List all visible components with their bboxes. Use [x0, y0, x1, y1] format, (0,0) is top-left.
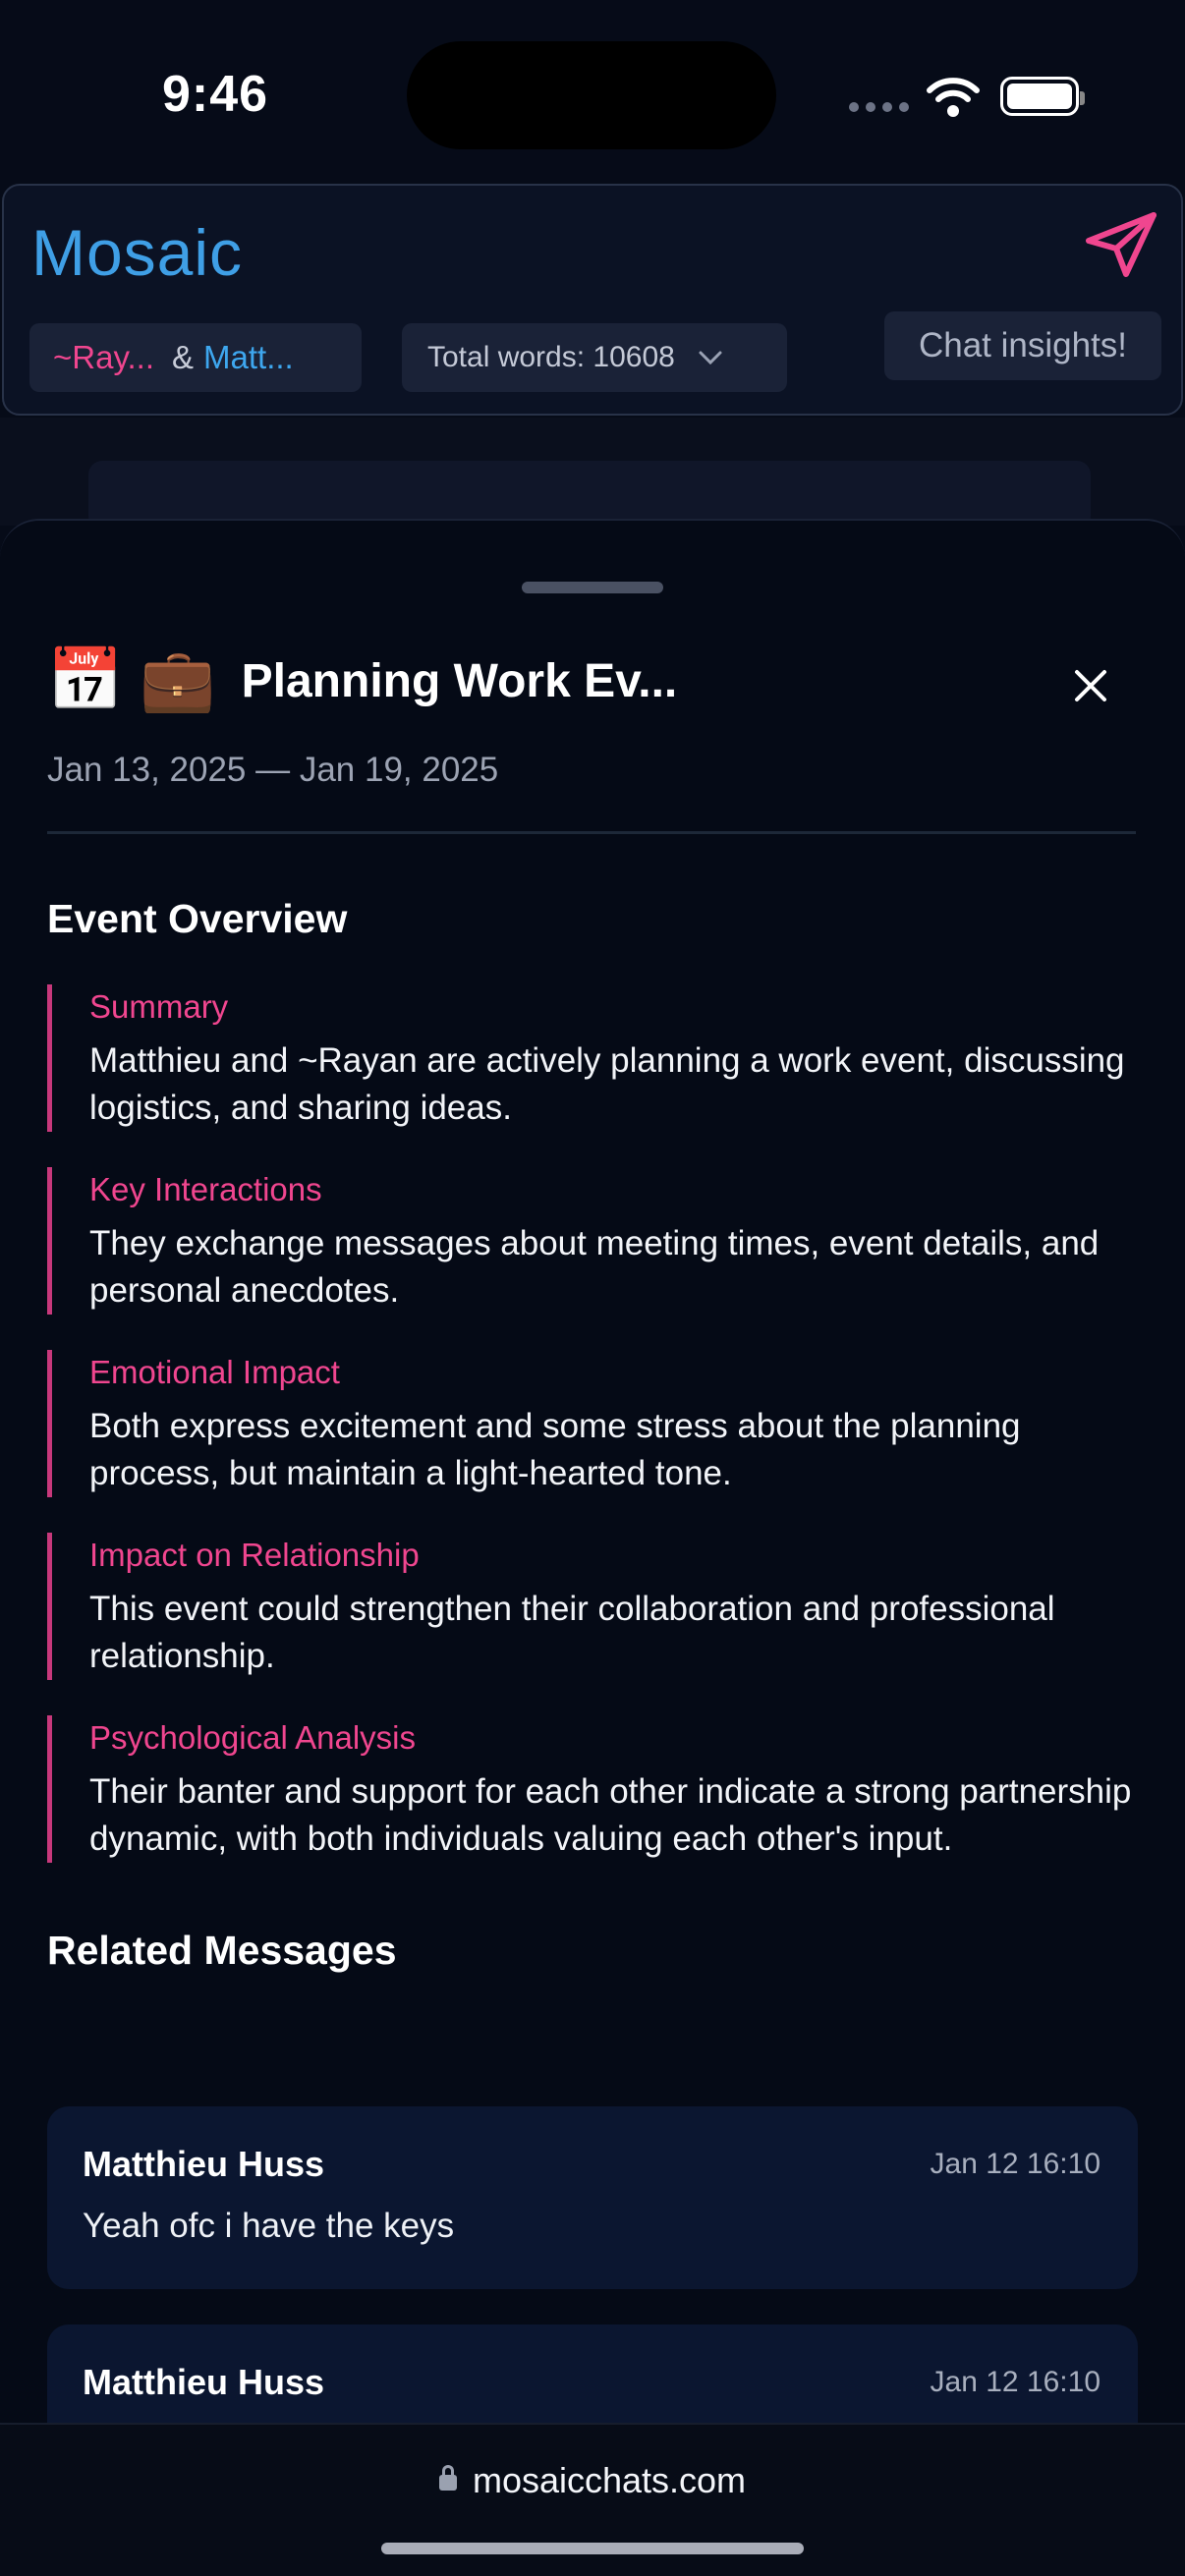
chat-insights-button[interactable]: Chat insights!: [884, 311, 1161, 380]
event-emojis: 📅 💼: [47, 646, 216, 714]
close-icon[interactable]: [1069, 664, 1112, 707]
participant-1: ~Ray...: [53, 339, 155, 375]
battery-icon: [1000, 77, 1085, 116]
message-timestamp: Jan 12 16:10: [930, 2366, 1100, 2398]
participant-separator: &: [172, 339, 195, 375]
overview-item-impact-on-relationship: Impact on Relationship This event could …: [47, 1533, 1138, 1680]
url-text: mosaicchats.com: [472, 2460, 747, 2500]
event-overview-list: Summary Matthieu and ~Rayan are actively…: [47, 984, 1138, 1898]
overview-item-summary: Summary Matthieu and ~Rayan are actively…: [47, 984, 1138, 1132]
app-header: Mosaic ~Ray... & Matt... Total words: 10…: [2, 184, 1183, 416]
home-indicator[interactable]: [381, 2543, 804, 2554]
overview-label: Key Interactions: [89, 1171, 322, 1207]
message-author: Matthieu Huss: [83, 2144, 325, 2184]
event-overview-heading: Event Overview: [47, 896, 348, 941]
chevron-down-icon: [699, 351, 722, 365]
lock-icon: [438, 2465, 457, 2491]
divider: [47, 831, 1136, 834]
overview-text: They exchange messages about meeting tim…: [89, 1224, 1100, 1310]
dynamic-island: [407, 41, 776, 149]
overview-label: Summary: [89, 988, 229, 1025]
participant-2: Matt...: [203, 339, 294, 375]
overview-item-psychological-analysis: Psychological Analysis Their banter and …: [47, 1715, 1138, 1863]
overview-text: Both express excitement and some stress …: [89, 1407, 1021, 1492]
overview-text: Their banter and support for each other …: [89, 1772, 1132, 1858]
participants-selector[interactable]: ~Ray... & Matt...: [29, 323, 362, 392]
overview-label: Emotional Impact: [89, 1354, 340, 1390]
event-title: Planning Work Ev...: [241, 654, 678, 707]
cellular-signal-icon: [849, 102, 909, 112]
overview-text: This event could strengthen their collab…: [89, 1590, 1055, 1675]
event-detail-sheet: 📅 💼 Planning Work Ev... Jan 13, 2025 — J…: [0, 519, 1185, 2576]
brand-logo[interactable]: Mosaic: [31, 215, 243, 290]
wifi-icon: [927, 78, 980, 117]
overview-label: Psychological Analysis: [89, 1719, 416, 1756]
status-bar: 9:46: [0, 0, 1185, 182]
total-words-dropdown[interactable]: Total words: 10608: [402, 323, 787, 392]
message-timestamp: Jan 12 16:10: [930, 2148, 1100, 2180]
message-text: Yeah ofc i have the keys: [83, 2207, 455, 2245]
send-icon[interactable]: [1083, 209, 1161, 278]
overview-item-key-interactions: Key Interactions They exchange messages …: [47, 1167, 1138, 1315]
status-time: 9:46: [162, 66, 269, 123]
message-author: Matthieu Huss: [83, 2362, 325, 2402]
total-words-label: Total words: 10608: [427, 341, 675, 373]
overview-item-emotional-impact: Emotional Impact Both express excitement…: [47, 1350, 1138, 1497]
overview-text: Matthieu and ~Rayan are actively plannin…: [89, 1041, 1125, 1127]
sheet-grabber[interactable]: [522, 582, 663, 593]
background-content: [0, 418, 1185, 530]
event-date-range: Jan 13, 2025 — Jan 19, 2025: [47, 751, 499, 789]
overview-label: Impact on Relationship: [89, 1537, 420, 1573]
related-messages-heading: Related Messages: [47, 1928, 397, 1973]
event-header: 📅 💼 Planning Work Ev...: [47, 650, 677, 711]
related-message-card[interactable]: Matthieu Huss Jan 12 16:10 Yeah ofc i ha…: [47, 2106, 1138, 2289]
